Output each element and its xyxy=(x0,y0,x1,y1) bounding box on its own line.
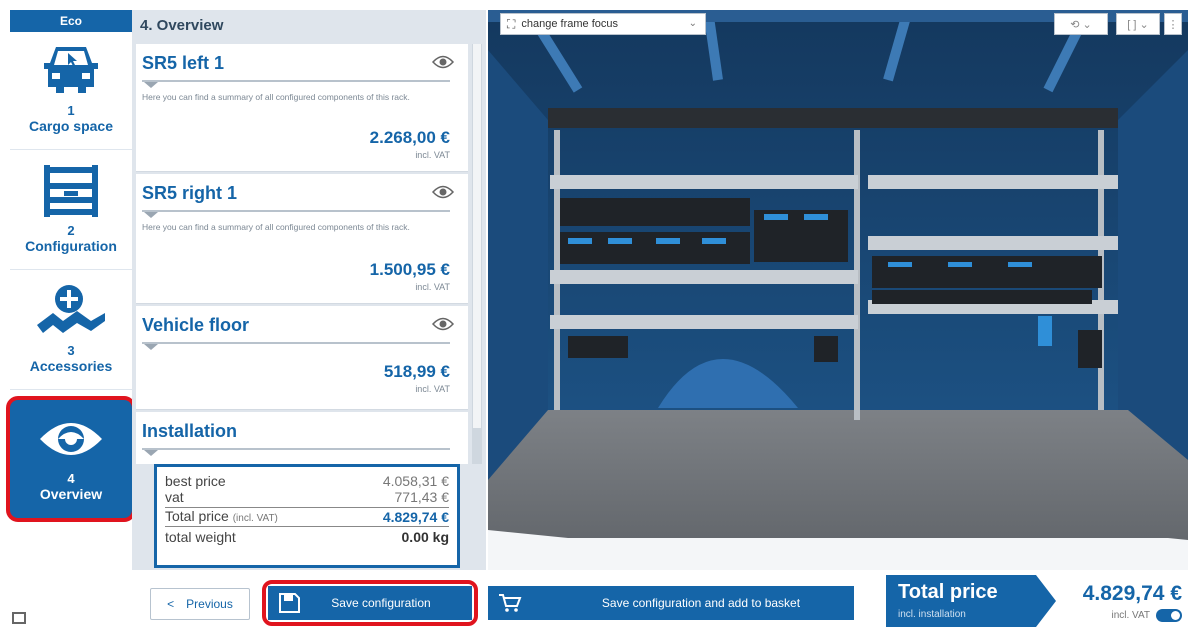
step-number: 2 xyxy=(67,223,75,238)
step-label: Cargo space xyxy=(28,118,114,134)
chevron-down-icon[interactable] xyxy=(144,450,158,456)
weight-row: total weight 0.00 kg xyxy=(165,529,449,545)
list-item: Vehicle floor 518,99 € incl. VAT xyxy=(136,306,468,410)
step-label: Configuration xyxy=(25,238,117,254)
item-price: 518,99 € xyxy=(383,362,450,381)
list-item: Installation xyxy=(136,412,468,464)
item-price: 1.500,95 € xyxy=(369,260,450,279)
eye-icon[interactable] xyxy=(432,54,454,70)
bracket-view-icon: [ ] ⌄ xyxy=(1127,18,1149,31)
step-label: Accessories xyxy=(29,358,113,374)
step-label: Overview xyxy=(39,486,103,502)
label: best price xyxy=(165,473,226,489)
component-list[interactable]: SR5 left 1 Here you can find a summary o… xyxy=(136,44,468,464)
scrollbar[interactable] xyxy=(472,44,482,464)
divider xyxy=(142,448,450,450)
total-price-banner: Total price incl. installation xyxy=(886,575,1056,627)
more-vertical-icon: ⋮ xyxy=(1167,18,1179,31)
view-mode-button[interactable]: ⟲ ⌄ xyxy=(1054,13,1108,35)
item-title: SR5 right 1 xyxy=(142,183,238,203)
price-summary: best price 4.058,31 € vat 771,43 € Total… xyxy=(154,464,460,568)
item-title: Installation xyxy=(142,421,238,441)
frame-focus-icon: ⛶ xyxy=(507,16,516,31)
item-title: SR5 left 1 xyxy=(142,53,225,73)
value: 4.829,74 € xyxy=(382,509,449,525)
list-item: SR5 right 1 Here you can find a summary … xyxy=(136,174,468,304)
panel-title: 4. Overview xyxy=(140,16,224,34)
add-accessories-icon xyxy=(33,280,109,342)
item-vat-note: incl. VAT xyxy=(415,384,450,394)
more-menu-button[interactable]: ⋮ xyxy=(1164,13,1182,35)
step-sidebar: Eco 1 Cargo space 2 Configuration 3 Acce… xyxy=(6,10,136,530)
chevron-down-icon[interactable] xyxy=(144,82,158,88)
3d-viewport[interactable]: ⛶ change frame focus ⌄ ⟲ ⌄ [ ] ⌄ ⋮ xyxy=(488,10,1188,570)
overview-panel: 4. Overview SR5 left 1 Here you can find… xyxy=(132,10,486,570)
eye-icon[interactable] xyxy=(432,316,454,332)
shopping-cart-icon xyxy=(499,594,522,612)
divider xyxy=(142,80,450,82)
scrollbar-thumb[interactable] xyxy=(473,44,481,428)
item-description: Here you can find a summary of all confi… xyxy=(142,222,410,232)
item-vat-note: incl. VAT xyxy=(415,150,450,160)
value: 4.058,31 € xyxy=(382,473,449,489)
previous-label: Previous xyxy=(186,597,233,611)
vat-toggle[interactable] xyxy=(1156,609,1182,622)
shelf-rack-icon xyxy=(36,160,106,222)
vat-toggle-label: incl. VAT xyxy=(1111,610,1150,621)
rotate-view-icon: ⟲ ⌄ xyxy=(1070,18,1092,31)
van-cursor-icon xyxy=(36,40,106,102)
chevron-down-icon: ⌄ xyxy=(688,18,697,29)
van-interior-render xyxy=(488,10,1188,570)
step-number: 1 xyxy=(67,103,75,118)
eye-icon[interactable] xyxy=(432,184,454,200)
total-price-subtitle: incl. installation xyxy=(898,609,966,620)
total-label: Total price xyxy=(165,507,229,524)
previous-button[interactable]: < Previous xyxy=(150,588,250,620)
item-vat-note: incl. VAT xyxy=(415,282,450,292)
item-title: Vehicle floor xyxy=(142,315,250,335)
step-accessories[interactable]: 3 Accessories xyxy=(10,272,132,390)
save-and-add-to-basket-button[interactable]: Save configuration and add to basket xyxy=(488,586,854,620)
divider xyxy=(142,342,450,344)
step-configuration[interactable]: 2 Configuration xyxy=(10,152,132,270)
step-cargo-space[interactable]: 1 Cargo space xyxy=(10,32,132,150)
frame-focus-label: change frame focus xyxy=(521,18,619,30)
item-description: Here you can find a summary of all confi… xyxy=(142,92,410,102)
divider xyxy=(142,210,450,212)
total-price-title: Total price xyxy=(898,581,998,603)
camera-selector-button[interactable]: [ ] ⌄ xyxy=(1116,13,1160,35)
save-configuration-label: Save configuration xyxy=(331,596,431,610)
step-overview[interactable]: 4 Overview xyxy=(6,396,136,522)
frame-focus-dropdown[interactable]: ⛶ change frame focus ⌄ xyxy=(500,13,706,35)
label: total weight xyxy=(165,529,236,545)
mode-tag: Eco xyxy=(10,10,132,32)
vat-row: vat 771,43 € xyxy=(165,489,449,505)
step-number: 3 xyxy=(67,343,75,358)
best-price-row: best price 4.058,31 € xyxy=(165,473,449,489)
chevron-down-icon[interactable] xyxy=(144,212,158,218)
chevron-left-icon: < xyxy=(167,597,175,611)
save-configuration-button[interactable]: Save configuration xyxy=(268,586,472,620)
label: Total price (incl. VAT) xyxy=(165,508,278,527)
value: 0.00 kg xyxy=(401,529,449,545)
total-row: Total price (incl. VAT) 4.829,74 € xyxy=(165,507,449,527)
list-item: SR5 left 1 Here you can find a summary o… xyxy=(136,44,468,172)
chevron-down-icon[interactable] xyxy=(144,344,158,350)
label: vat xyxy=(165,489,184,505)
resize-icon[interactable] xyxy=(12,612,26,624)
step-number: 4 xyxy=(67,471,75,486)
total-price-value: 4.829,74 € xyxy=(1082,582,1182,605)
save-and-add-to-basket-label: Save configuration and add to basket xyxy=(601,596,801,610)
configurator-app: Eco 1 Cargo space 2 Configuration 3 Acce… xyxy=(0,0,1196,627)
item-price: 2.268,00 € xyxy=(369,128,450,147)
floppy-disk-icon xyxy=(279,593,300,613)
value: 771,43 € xyxy=(394,489,450,505)
total-label-note: (incl. VAT) xyxy=(232,512,278,524)
eye-icon xyxy=(36,408,106,470)
